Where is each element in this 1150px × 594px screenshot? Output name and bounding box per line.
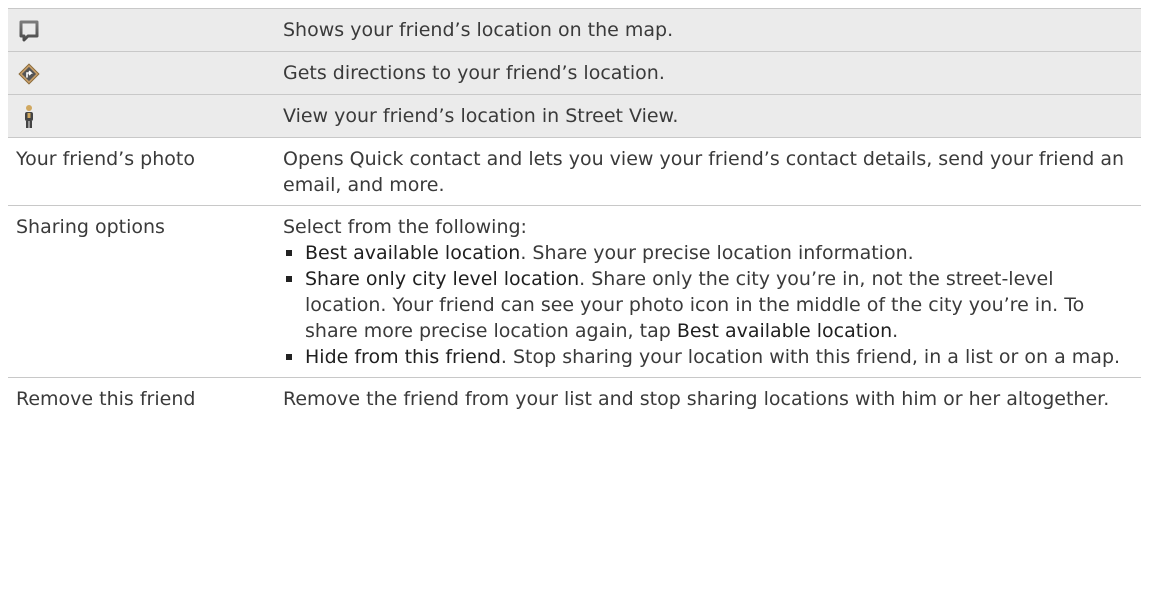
- list-item: Share only city level location. Share on…: [283, 266, 1131, 344]
- row-description: Remove the friend from your list and sto…: [279, 378, 1141, 419]
- row-description: Gets directions to your friend’s locatio…: [279, 52, 1141, 94]
- table-row: Remove this friend Remove the friend fro…: [8, 377, 1141, 419]
- street-view-person-icon: [16, 104, 42, 130]
- table-row: Sharing options Select from the followin…: [8, 205, 1141, 377]
- table-row: Gets directions to your friend’s locatio…: [8, 51, 1141, 94]
- table-row: Shows your friend’s location on the map.: [8, 8, 1141, 51]
- row-label: Remove this friend: [8, 378, 279, 419]
- list-item: Best available location. Share your prec…: [283, 240, 1131, 266]
- option-term: Hide from this friend: [305, 346, 501, 368]
- table-row: Your friend’s photo Opens Quick contact …: [8, 137, 1141, 205]
- option-text: . Share your precise location informatio…: [520, 242, 914, 264]
- option-text: . Stop sharing your location with this f…: [500, 346, 1121, 368]
- directions-icon: [16, 61, 42, 87]
- table-row: View your friend’s location in Street Vi…: [8, 94, 1141, 137]
- option-term: Best available location: [676, 320, 893, 342]
- row-label: Your friend’s photo: [8, 138, 279, 205]
- row-description: View your friend’s location in Street Vi…: [279, 95, 1141, 137]
- row-description: Shows your friend’s location on the map.: [279, 9, 1141, 51]
- list-item: Hide from this friend. Stop sharing your…: [283, 344, 1131, 370]
- option-text: .: [892, 320, 899, 342]
- row-description: Opens Quick contact and lets you view yo…: [279, 138, 1141, 205]
- icon-cell: [8, 52, 279, 94]
- friend-options-table: Shows your friend’s location on the map.…: [8, 8, 1141, 419]
- sharing-options-list: Best available location. Share your prec…: [283, 240, 1131, 370]
- icon-cell: [8, 9, 279, 51]
- map-marker-icon: [16, 18, 42, 44]
- row-label: Sharing options: [8, 206, 279, 377]
- row-description: Select from the following: Best availabl…: [279, 206, 1141, 377]
- icon-cell: [8, 95, 279, 137]
- options-intro: Select from the following:: [283, 216, 527, 238]
- option-term: Best available location: [305, 242, 521, 264]
- option-term: Share only city level location: [305, 268, 580, 290]
